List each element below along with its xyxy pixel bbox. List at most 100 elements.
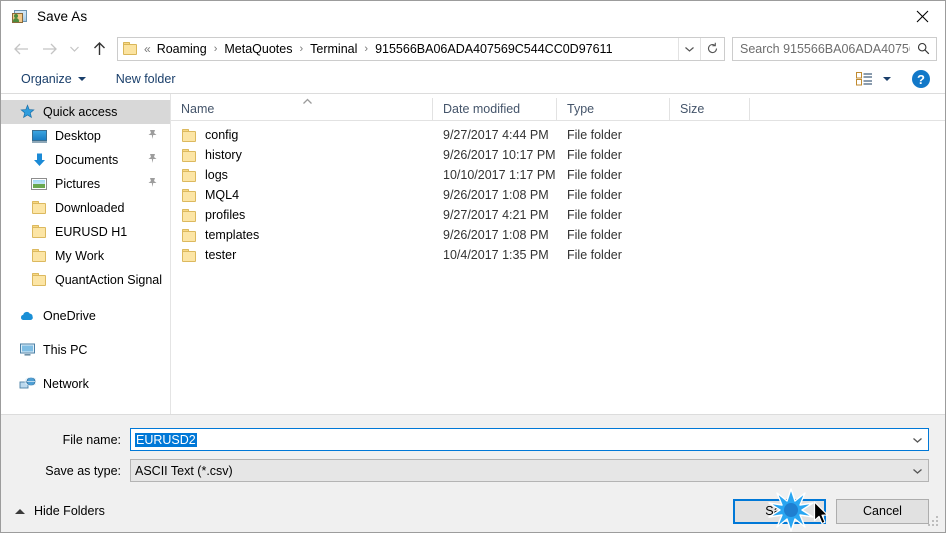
- chevron-down-icon: [685, 46, 694, 52]
- sidebar-item-network[interactable]: Network: [1, 372, 170, 396]
- table-row[interactable]: logs 10/10/2017 1:17 PM File folder: [171, 165, 945, 185]
- svg-text:?: ?: [917, 72, 925, 87]
- table-row[interactable]: tester 10/4/2017 1:35 PM File folder: [171, 245, 945, 265]
- help-button[interactable]: ?: [911, 69, 931, 89]
- file-name-cell[interactable]: templates: [171, 228, 433, 242]
- search-box[interactable]: Search 915566BA06ADA40756...: [732, 36, 937, 61]
- column-headers: Name Date modified Type Size: [171, 97, 945, 121]
- folder-icon: [181, 208, 197, 222]
- refresh-button[interactable]: [700, 37, 724, 60]
- file-date-cell: 9/27/2017 4:44 PM: [443, 128, 549, 142]
- command-toolbar: Organize New folder ?: [1, 65, 945, 94]
- forward-button[interactable]: [35, 36, 63, 62]
- cancel-button[interactable]: Cancel: [836, 498, 929, 524]
- table-row[interactable]: profiles 9/27/2017 4:21 PM File folder: [171, 205, 945, 225]
- forward-arrow-icon: [42, 43, 57, 54]
- file-name-input[interactable]: EURUSD2: [131, 432, 906, 447]
- sidebar-item-documents[interactable]: Documents: [1, 148, 170, 172]
- new-folder-button[interactable]: New folder: [110, 68, 182, 90]
- table-row[interactable]: history 9/26/2017 10:17 PM File folder: [171, 145, 945, 165]
- sidebar-divider: [1, 292, 170, 304]
- file-name-row: File name: EURUSD2: [17, 428, 929, 451]
- organize-label: Organize: [21, 72, 72, 86]
- column-header-type[interactable]: Type: [557, 97, 670, 120]
- title-bar: Save As: [1, 1, 945, 32]
- file-name-dropdown-button[interactable]: [906, 429, 928, 450]
- file-name-label: logs: [205, 168, 228, 182]
- chevron-down-icon: [912, 468, 922, 474]
- file-date-cell: 9/26/2017 1:08 PM: [443, 188, 549, 202]
- file-name-cell[interactable]: logs: [171, 168, 433, 182]
- search-icon: [910, 42, 936, 55]
- dialog-footer: Hide Folders Save Cancel: [1, 490, 945, 532]
- column-header-size[interactable]: Size: [670, 97, 750, 120]
- address-bar[interactable]: « Roaming › MetaQuotes › Terminal › 9155…: [117, 36, 725, 61]
- resize-grip-icon[interactable]: [928, 516, 940, 528]
- search-input[interactable]: Search 915566BA06ADA40756...: [733, 42, 910, 56]
- save-as-type-dropdown-button[interactable]: [906, 460, 928, 481]
- pin-icon[interactable]: [147, 129, 158, 143]
- sidebar-item-downloaded[interactable]: Downloaded: [1, 196, 170, 220]
- back-button[interactable]: [7, 36, 35, 62]
- file-name-cell[interactable]: history: [171, 148, 433, 162]
- table-row[interactable]: config 9/27/2017 4:44 PM File folder: [171, 125, 945, 145]
- file-type-cell: File folder: [567, 168, 622, 182]
- sidebar-divider: [1, 328, 170, 338]
- file-date-cell: 10/4/2017 1:35 PM: [443, 248, 549, 262]
- file-name-cell[interactable]: profiles: [171, 208, 433, 222]
- file-name-label: File name:: [62, 432, 121, 447]
- file-name-cell[interactable]: tester: [171, 248, 433, 262]
- refresh-icon: [708, 42, 718, 54]
- column-header-date-modified[interactable]: Date modified: [433, 97, 557, 120]
- breadcrumb-item-roaming[interactable]: Roaming: [155, 42, 209, 56]
- hide-folders-button[interactable]: Hide Folders: [15, 504, 105, 518]
- sidebar-item-quantaction-signal[interactable]: QuantAction Signal: [1, 268, 170, 292]
- close-icon: [916, 10, 928, 22]
- network-icon: [19, 376, 36, 392]
- breadcrumb-item-metaquotes[interactable]: MetaQuotes: [222, 42, 294, 56]
- file-type-cell: File folder: [567, 188, 622, 202]
- sidebar-item-label: Desktop: [55, 129, 101, 143]
- file-date-cell: 9/26/2017 10:17 PM: [443, 148, 556, 162]
- table-row[interactable]: MQL4 9/26/2017 1:08 PM File folder: [171, 185, 945, 205]
- save-form: File name: EURUSD2 Save as type: ASCII T…: [1, 414, 945, 490]
- sidebar-item-label: Network: [43, 377, 89, 391]
- navigation-bar: « Roaming › MetaQuotes › Terminal › 9155…: [1, 32, 945, 65]
- file-date-cell: 9/26/2017 1:08 PM: [443, 228, 549, 242]
- sidebar-item-desktop[interactable]: Desktop: [1, 124, 170, 148]
- organize-button[interactable]: Organize: [15, 68, 92, 90]
- up-button[interactable]: [85, 36, 113, 62]
- close-button[interactable]: [899, 1, 945, 31]
- breadcrumb-item-terminal-id[interactable]: 915566BA06ADA407569C544CC0D97611: [373, 42, 614, 56]
- sidebar-item-label: OneDrive: [43, 309, 96, 323]
- file-name-combobox[interactable]: EURUSD2: [130, 428, 929, 451]
- pictures-icon: [31, 176, 48, 192]
- recent-locations-button[interactable]: [63, 36, 85, 62]
- file-name-value: EURUSD2: [135, 432, 197, 447]
- file-type-cell: File folder: [567, 228, 622, 242]
- sidebar-item-eurusd-h1[interactable]: EURUSD H1: [1, 220, 170, 244]
- folder-icon: [31, 272, 48, 288]
- sidebar-item-onedrive[interactable]: OneDrive: [1, 304, 170, 328]
- breadcrumb-item-terminal[interactable]: Terminal: [308, 42, 359, 56]
- pin-icon[interactable]: [147, 153, 158, 167]
- pin-icon[interactable]: [147, 177, 158, 191]
- sidebar-item-my-work[interactable]: My Work: [1, 244, 170, 268]
- file-name-cell[interactable]: MQL4: [171, 188, 433, 202]
- sidebar-item-label: Pictures: [55, 177, 101, 191]
- sidebar-item-this-pc[interactable]: This PC: [1, 338, 170, 362]
- chevron-down-icon: [912, 437, 922, 443]
- file-name-cell[interactable]: config: [171, 128, 433, 142]
- table-row[interactable]: templates 9/26/2017 1:08 PM File folder: [171, 225, 945, 245]
- view-layout-icon: [856, 72, 872, 86]
- save-as-type-combobox[interactable]: ASCII Text (*.csv): [130, 459, 929, 482]
- browser-area: Quick access Desktop Documents Pictures …: [1, 94, 945, 414]
- save-button[interactable]: Save: [733, 498, 826, 524]
- sidebar-item-quick-access[interactable]: Quick access: [1, 100, 170, 124]
- desktop-icon: [31, 128, 48, 144]
- breadcrumb-overflow[interactable]: «: [143, 42, 155, 56]
- sidebar-item-pictures[interactable]: Pictures: [1, 172, 170, 196]
- chevron-down-icon: [883, 77, 891, 81]
- address-dropdown-button[interactable]: [678, 37, 700, 60]
- change-view-button[interactable]: [852, 68, 895, 90]
